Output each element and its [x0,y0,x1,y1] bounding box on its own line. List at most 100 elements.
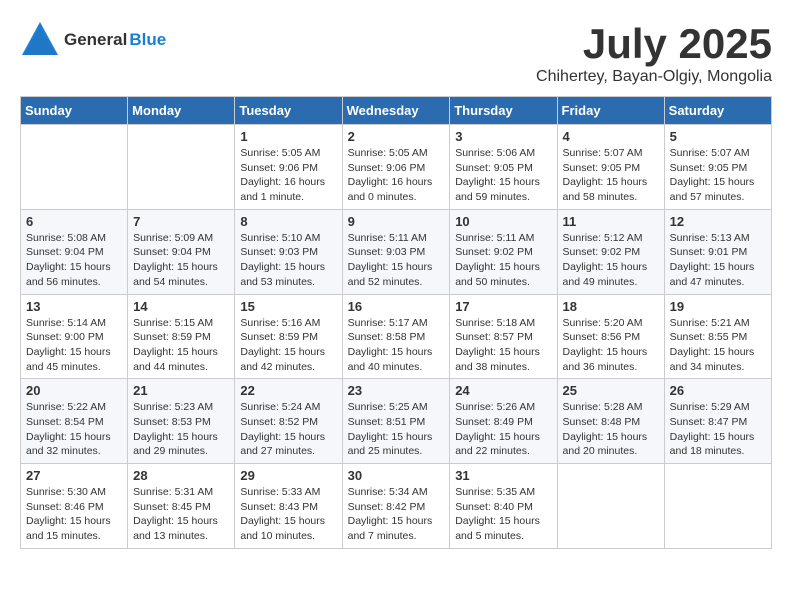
day-info: Sunrise: 5:26 AM Sunset: 8:49 PM Dayligh… [455,400,551,459]
day-info: Sunrise: 5:14 AM Sunset: 9:00 PM Dayligh… [26,316,122,375]
day-number: 1 [240,129,336,144]
day-info: Sunrise: 5:34 AM Sunset: 8:42 PM Dayligh… [348,485,445,544]
calendar-week-5: 27 Sunrise: 5:30 AM Sunset: 8:46 PM Dayli… [21,464,772,549]
weekday-header-row: SundayMondayTuesdayWednesdayThursdayFrid… [21,97,772,125]
day-info: Sunrise: 5:24 AM Sunset: 8:52 PM Dayligh… [240,400,336,459]
calendar-cell: 4 Sunrise: 5:07 AM Sunset: 9:05 PM Daylig… [557,125,664,210]
day-number: 31 [455,468,551,483]
calendar-cell: 31 Sunrise: 5:35 AM Sunset: 8:40 PM Dayli… [450,464,557,549]
calendar-cell [557,464,664,549]
day-number: 25 [563,383,659,398]
day-info: Sunrise: 5:15 AM Sunset: 8:59 PM Dayligh… [133,316,229,375]
weekday-header-sunday: Sunday [21,97,128,125]
day-number: 2 [348,129,445,144]
calendar-cell: 17 Sunrise: 5:18 AM Sunset: 8:57 PM Dayli… [450,294,557,379]
day-number: 29 [240,468,336,483]
day-number: 30 [348,468,445,483]
calendar-cell: 16 Sunrise: 5:17 AM Sunset: 8:58 PM Dayli… [342,294,450,379]
calendar-cell: 12 Sunrise: 5:13 AM Sunset: 9:01 PM Dayli… [664,209,771,294]
day-info: Sunrise: 5:06 AM Sunset: 9:05 PM Dayligh… [455,146,551,205]
day-number: 3 [455,129,551,144]
calendar-cell [128,125,235,210]
calendar-cell: 28 Sunrise: 5:31 AM Sunset: 8:45 PM Dayli… [128,464,235,549]
day-number: 21 [133,383,229,398]
day-number: 7 [133,214,229,229]
day-info: Sunrise: 5:33 AM Sunset: 8:43 PM Dayligh… [240,485,336,544]
calendar-cell: 24 Sunrise: 5:26 AM Sunset: 8:49 PM Dayli… [450,379,557,464]
day-info: Sunrise: 5:25 AM Sunset: 8:51 PM Dayligh… [348,400,445,459]
calendar-cell: 2Sunrise: 5:05 AM Sunset: 9:06 PM Daylig… [342,125,450,210]
day-info: Sunrise: 5:22 AM Sunset: 8:54 PM Dayligh… [26,400,122,459]
calendar-week-2: 6 Sunrise: 5:08 AM Sunset: 9:04 PM Daylig… [21,209,772,294]
day-info: Sunrise: 5:28 AM Sunset: 8:48 PM Dayligh… [563,400,659,459]
calendar-cell: 18 Sunrise: 5:20 AM Sunset: 8:56 PM Dayli… [557,294,664,379]
day-number: 20 [26,383,122,398]
day-info: Sunrise: 5:21 AM Sunset: 8:55 PM Dayligh… [670,316,766,375]
day-info: Sunrise: 5:07 AM Sunset: 9:05 PM Dayligh… [563,146,659,205]
calendar-cell: 10 Sunrise: 5:11 AM Sunset: 9:02 PM Dayli… [450,209,557,294]
day-number: 8 [240,214,336,229]
calendar-cell: 8 Sunrise: 5:10 AM Sunset: 9:03 PM Daylig… [235,209,342,294]
title-block: July 2025 Chihertey, Bayan-Olgiy, Mongol… [536,20,772,86]
calendar-week-1: 1 Sunrise: 5:05 AM Sunset: 9:06 PM Daylig… [21,125,772,210]
day-info: Sunrise: 5:18 AM Sunset: 8:57 PM Dayligh… [455,316,551,375]
day-info: Sunrise: 5:11 AM Sunset: 9:02 PM Dayligh… [455,231,551,290]
calendar-cell [664,464,771,549]
day-info: Sunrise: 5:05 AM Sunset: 9:06 PM Dayligh… [240,146,336,205]
logo-icon [20,20,60,60]
calendar-table: SundayMondayTuesdayWednesdayThursdayFrid… [20,96,772,549]
logo: General Blue [20,20,166,60]
calendar-cell: 19Sunrise: 5:21 AM Sunset: 8:55 PM Dayli… [664,294,771,379]
day-number: 27 [26,468,122,483]
logo-text: General Blue [64,31,166,50]
day-info: Sunrise: 5:09 AM Sunset: 9:04 PM Dayligh… [133,231,229,290]
calendar-cell: 7 Sunrise: 5:09 AM Sunset: 9:04 PM Daylig… [128,209,235,294]
calendar-cell: 23 Sunrise: 5:25 AM Sunset: 8:51 PM Dayli… [342,379,450,464]
calendar-cell: 20 Sunrise: 5:22 AM Sunset: 8:54 PM Dayli… [21,379,128,464]
day-number: 6 [26,214,122,229]
day-number: 28 [133,468,229,483]
day-info: Sunrise: 5:16 AM Sunset: 8:59 PM Dayligh… [240,316,336,375]
calendar-cell: 27 Sunrise: 5:30 AM Sunset: 8:46 PM Dayli… [21,464,128,549]
day-number: 15 [240,299,336,314]
calendar-week-3: 13 Sunrise: 5:14 AM Sunset: 9:00 PM Dayli… [21,294,772,379]
page-header: General Blue July 2025 Chihertey, Bayan-… [20,20,772,86]
day-info: Sunrise: 5:13 AM Sunset: 9:01 PM Dayligh… [670,231,766,290]
calendar-cell: 25 Sunrise: 5:28 AM Sunset: 8:48 PM Dayli… [557,379,664,464]
calendar-cell: 30 Sunrise: 5:34 AM Sunset: 8:42 PM Dayli… [342,464,450,549]
day-number: 4 [563,129,659,144]
day-number: 16 [348,299,445,314]
day-info: Sunrise: 5:10 AM Sunset: 9:03 PM Dayligh… [240,231,336,290]
day-info: Sunrise: 5:17 AM Sunset: 8:58 PM Dayligh… [348,316,445,375]
day-info: Sunrise: 5:11 AM Sunset: 9:03 PM Dayligh… [348,231,445,290]
calendar-cell: 9Sunrise: 5:11 AM Sunset: 9:03 PM Daylig… [342,209,450,294]
day-info: Sunrise: 5:23 AM Sunset: 8:53 PM Dayligh… [133,400,229,459]
day-info: Sunrise: 5:12 AM Sunset: 9:02 PM Dayligh… [563,231,659,290]
day-number: 23 [348,383,445,398]
day-number: 13 [26,299,122,314]
day-info: Sunrise: 5:20 AM Sunset: 8:56 PM Dayligh… [563,316,659,375]
calendar-cell: 14 Sunrise: 5:15 AM Sunset: 8:59 PM Dayli… [128,294,235,379]
day-number: 24 [455,383,551,398]
calendar-cell: 13 Sunrise: 5:14 AM Sunset: 9:00 PM Dayli… [21,294,128,379]
day-number: 12 [670,214,766,229]
day-number: 14 [133,299,229,314]
day-number: 18 [563,299,659,314]
calendar-title: July 2025 [536,20,772,68]
calendar-cell [21,125,128,210]
day-info: Sunrise: 5:31 AM Sunset: 8:45 PM Dayligh… [133,485,229,544]
day-info: Sunrise: 5:30 AM Sunset: 8:46 PM Dayligh… [26,485,122,544]
weekday-header-friday: Friday [557,97,664,125]
day-number: 5 [670,129,766,144]
day-number: 22 [240,383,336,398]
day-info: Sunrise: 5:08 AM Sunset: 9:04 PM Dayligh… [26,231,122,290]
calendar-cell: 1 Sunrise: 5:05 AM Sunset: 9:06 PM Daylig… [235,125,342,210]
weekday-header-tuesday: Tuesday [235,97,342,125]
day-number: 10 [455,214,551,229]
calendar-cell: 3 Sunrise: 5:06 AM Sunset: 9:05 PM Daylig… [450,125,557,210]
calendar-cell: 11Sunrise: 5:12 AM Sunset: 9:02 PM Dayli… [557,209,664,294]
calendar-cell: 6 Sunrise: 5:08 AM Sunset: 9:04 PM Daylig… [21,209,128,294]
calendar-cell: 15 Sunrise: 5:16 AM Sunset: 8:59 PM Dayli… [235,294,342,379]
day-number: 17 [455,299,551,314]
day-info: Sunrise: 5:35 AM Sunset: 8:40 PM Dayligh… [455,485,551,544]
